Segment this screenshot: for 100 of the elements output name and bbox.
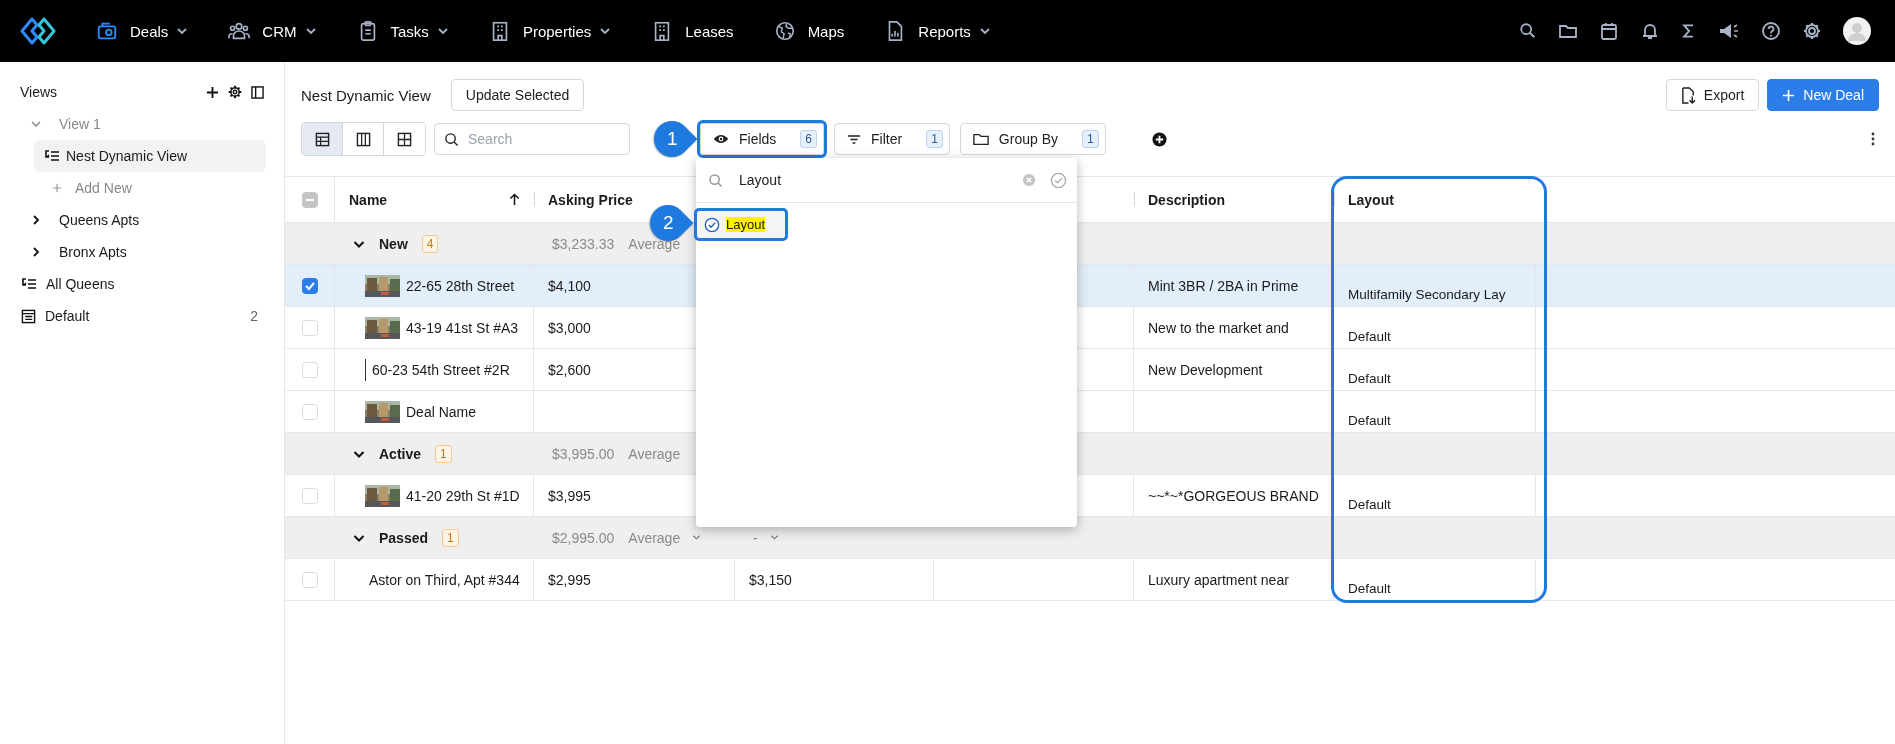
- check-circle-icon[interactable]: [704, 216, 720, 233]
- update-selected-button[interactable]: Update Selected: [450, 79, 585, 111]
- nav-menu-item[interactable]: Deals: [96, 20, 189, 42]
- sort-arrow-icon[interactable]: [509, 193, 520, 206]
- table-cell: Default: [1348, 581, 1391, 596]
- plus-icon: [52, 183, 62, 193]
- deal-name[interactable]: 60-23 54th Street #2R: [372, 361, 510, 378]
- people-icon: [228, 20, 251, 42]
- table-cell: $3,000: [548, 319, 591, 336]
- count-badge: 1: [442, 528, 459, 547]
- export-button[interactable]: Export: [1665, 79, 1760, 111]
- table-cell: New Development: [1148, 361, 1263, 378]
- table-cell: $2,600: [548, 361, 591, 378]
- settings-icon[interactable]: [228, 85, 242, 99]
- plus-icon[interactable]: [206, 85, 219, 99]
- toolbar-button[interactable]: Group By 1: [959, 123, 1106, 155]
- file-export-icon: [1680, 86, 1696, 104]
- table-cell: $3,995: [548, 487, 591, 504]
- nav-menu-item[interactable]: Tasks: [356, 20, 449, 42]
- nav-menu-item[interactable]: Leases: [651, 20, 734, 42]
- check-circle-icon[interactable]: [1050, 171, 1067, 189]
- field-option[interactable]: Layout: [696, 210, 786, 239]
- column-header[interactable]: Name: [349, 191, 388, 208]
- table-cell: $4,100: [548, 277, 591, 294]
- toolbar-button[interactable]: Fields 6: [700, 123, 825, 155]
- summary-value: $3,233.33: [552, 235, 615, 252]
- column-header[interactable]: Layout: [1348, 191, 1394, 208]
- megaphone-icon[interactable]: [1718, 21, 1740, 41]
- deal-name[interactable]: 43-19 41st St #A3: [406, 319, 519, 336]
- group-label: New: [379, 235, 408, 252]
- row-checkbox[interactable]: [301, 277, 318, 294]
- filter-icon: [847, 133, 862, 145]
- table-cell: Luxury apartment near: [1148, 571, 1289, 588]
- count-badge: 1: [435, 444, 452, 463]
- settings-icon[interactable]: [1802, 21, 1822, 41]
- select-all-checkbox[interactable]: [301, 191, 318, 208]
- group-label: Active: [379, 445, 422, 462]
- more-icon[interactable]: [1871, 132, 1875, 146]
- eye-icon: [713, 133, 729, 145]
- new-deal-button[interactable]: New Deal: [1767, 79, 1879, 111]
- sidebar-item[interactable]: Default 2: [8, 300, 266, 332]
- summary-label: Average: [628, 445, 681, 462]
- table-cell: Default: [1348, 371, 1391, 386]
- grid-icon: [397, 131, 412, 147]
- deal-name[interactable]: 22-65 28th Street: [406, 277, 515, 294]
- deal-name[interactable]: Deal Name: [406, 403, 477, 420]
- table-cell: ~~*~*GORGEOUS BRAND: [1148, 487, 1319, 504]
- nav-menu-item[interactable]: Properties: [488, 20, 612, 42]
- caret-icon[interactable]: [692, 534, 702, 541]
- sidebar-item[interactable]: Queens Apts: [8, 204, 266, 236]
- sidebar-item[interactable]: View 1: [8, 108, 266, 140]
- summary-value: -: [753, 529, 758, 546]
- chevron-down-icon[interactable]: [30, 118, 42, 130]
- nav-menu-item[interactable]: Reports: [884, 20, 991, 42]
- globe-icon: [773, 20, 796, 42]
- table-cell: Mint 3BR / 2BA in Prime: [1148, 277, 1299, 294]
- table-cell: Default: [1348, 329, 1391, 344]
- plus-icon: [1782, 88, 1796, 102]
- columns-icon: [355, 131, 371, 147]
- deal-name[interactable]: Astor on Third, Apt #344: [369, 571, 520, 588]
- summary-value: $2,995.00: [552, 529, 615, 546]
- page-title: Nest Dynamic View: [301, 86, 431, 104]
- toolbar-button[interactable]: Filter 1: [834, 123, 950, 155]
- table-cell: Default: [1348, 497, 1391, 512]
- column-header[interactable]: Asking Price: [548, 191, 633, 208]
- search-field[interactable]: Search: [434, 123, 630, 155]
- search-icon: [444, 132, 459, 147]
- caret-icon[interactable]: [769, 534, 779, 541]
- table-cell: Default: [1348, 413, 1391, 428]
- search-icon[interactable]: [1519, 22, 1537, 40]
- sidebar-item[interactable]: Bronx Apts: [8, 236, 266, 268]
- table-cell: $2,995: [548, 571, 591, 588]
- sidebar-item[interactable]: Nest Dynamic View: [34, 140, 266, 172]
- list-icon: [44, 149, 60, 163]
- calendar-icon[interactable]: [1599, 21, 1619, 41]
- list-icon: [21, 277, 37, 291]
- table-cell: Multifamily Secondary Lay: [1348, 287, 1506, 302]
- table-icon: [314, 131, 330, 147]
- panel-icon[interactable]: [251, 85, 264, 99]
- table-cell: $3,150: [749, 571, 792, 588]
- chevron-right-icon[interactable]: [30, 246, 42, 258]
- column-header[interactable]: Description: [1148, 191, 1225, 208]
- count-badge: 4: [421, 234, 439, 253]
- search-icon: [708, 172, 723, 188]
- sidebar-item[interactable]: All Queens: [8, 268, 266, 300]
- chevron-right-icon[interactable]: [30, 214, 42, 226]
- nav-menu-item[interactable]: Maps: [773, 20, 845, 42]
- bell-icon[interactable]: [1640, 21, 1660, 41]
- add-circle-icon[interactable]: [1151, 131, 1167, 147]
- view-mode-button[interactable]: [302, 123, 343, 155]
- table-cell: New to the market and: [1148, 319, 1289, 336]
- nav-menu-item[interactable]: CRM: [228, 20, 317, 42]
- group-label: Passed: [379, 529, 429, 546]
- help-icon[interactable]: [1761, 21, 1781, 41]
- table-icon: [21, 308, 36, 324]
- sidebar-item[interactable]: Add New: [34, 172, 266, 204]
- sidebar-title: Views: [20, 84, 58, 100]
- deal-name[interactable]: 41-20 29th St #1D: [406, 487, 520, 504]
- avatar-icon[interactable]: [1843, 17, 1871, 45]
- wallet-icon: [96, 20, 118, 42]
